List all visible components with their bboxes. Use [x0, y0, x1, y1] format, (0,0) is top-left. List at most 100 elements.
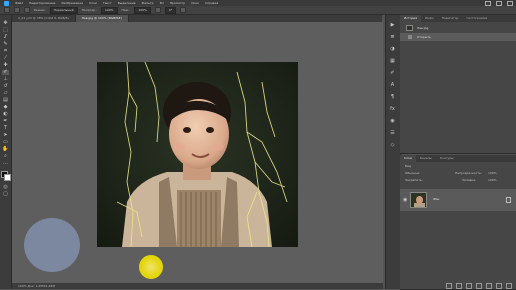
- angle-field[interactable]: 0°: [164, 6, 177, 14]
- new-layer-icon[interactable]: [496, 283, 502, 289]
- history-snapshot[interactable]: Лев.jpg: [400, 24, 516, 32]
- properties-icon[interactable]: ≣: [389, 35, 396, 40]
- document-size: Док: 1,45M/1,45M: [27, 284, 56, 288]
- pressure-icon[interactable]: [180, 7, 187, 13]
- eyedropper-tool-icon[interactable]: ⁄: [2, 56, 9, 61]
- adjustment-layer-icon[interactable]: [476, 283, 482, 289]
- tab-document-2[interactable]: Лев.jpg @ 100% (RGB/8#): [75, 15, 129, 22]
- zoom-level[interactable]: 100%: [18, 284, 27, 288]
- background-color-swatch[interactable]: [4, 174, 11, 181]
- history-step-open[interactable]: Открыть: [400, 33, 516, 41]
- flow-field[interactable]: 100%: [134, 6, 151, 14]
- opacity-field[interactable]: 100%: [100, 6, 118, 14]
- brush-preset-icon[interactable]: [14, 7, 20, 13]
- open-step-icon: [408, 35, 412, 39]
- tab-document-1[interactable]: 2_21 улл @ 33% (Слой 0, RGB/8): [12, 15, 76, 22]
- layers-lock-row: Закрепить: Заливка: 100%: [400, 178, 516, 183]
- document-photo[interactable]: [97, 62, 298, 247]
- layer-kind-filter[interactable]: Вид: [405, 164, 411, 169]
- status-bar: 100% Док: 1,45M/1,45M: [12, 283, 383, 289]
- layer-lock-icon: [506, 197, 511, 203]
- tab-layers[interactable]: Слои: [400, 155, 416, 162]
- hand-tool-icon[interactable]: ✋: [2, 147, 9, 152]
- new-group-icon[interactable]: [486, 283, 492, 289]
- fill-field[interactable]: 100%: [488, 178, 497, 183]
- eraser-tool-icon[interactable]: ▱: [2, 91, 9, 96]
- tool-preset-icon[interactable]: [4, 7, 10, 13]
- menu-file[interactable]: Файл: [15, 1, 23, 5]
- history-brush-tool-icon[interactable]: ↺: [2, 84, 9, 89]
- menu-image[interactable]: Изображение: [61, 1, 83, 5]
- adjustments-icon[interactable]: ◑: [389, 47, 396, 52]
- dodge-tool-icon[interactable]: ◐: [2, 112, 9, 117]
- brush-settings-icon[interactable]: [24, 7, 30, 13]
- styles-icon[interactable]: fx: [389, 107, 396, 112]
- color-icon[interactable]: ◉: [389, 119, 396, 124]
- menu-edit[interactable]: Редактирование: [29, 1, 55, 5]
- brush-tool-icon[interactable]: ✐: [2, 70, 9, 75]
- layer-row-background[interactable]: ◉ Фон: [400, 189, 516, 211]
- shape-tool-icon[interactable]: ▭: [2, 140, 9, 145]
- layer-opacity-field[interactable]: 100%: [488, 171, 497, 176]
- child-cheek-left: [173, 143, 185, 151]
- options-bar: Режим: Нормальный Непрозр.: 100% Наж.: 1…: [0, 6, 516, 15]
- marquee-tool-icon[interactable]: ⬚: [2, 28, 9, 33]
- collapsed-panels-strip: ▶ ≣ ◑ ▦ ✐ A ¶ fx ◉ ☰ ◇: [385, 15, 401, 289]
- brush-panel-icon[interactable]: ✐: [389, 71, 396, 76]
- crop-tool-icon[interactable]: ⌗: [2, 49, 9, 54]
- character-icon[interactable]: A: [389, 83, 396, 88]
- history-panel-tabs: История Инфо Навигатор Гистограмма: [400, 15, 516, 22]
- move-tool-icon[interactable]: ✥: [2, 21, 9, 26]
- fill-label: Заливка:: [462, 178, 477, 182]
- more-tools-icon[interactable]: …: [2, 161, 9, 166]
- tab-history[interactable]: История: [400, 15, 422, 22]
- menu-3d[interactable]: 3D: [160, 1, 164, 5]
- healing-brush-tool-icon[interactable]: ✚: [2, 63, 9, 68]
- paths-icon[interactable]: ◇: [389, 143, 396, 148]
- tab-channels[interactable]: Каналы: [416, 155, 436, 162]
- pen-tool-icon[interactable]: ✒: [2, 119, 9, 124]
- opacity-label: Непрозр.:: [81, 8, 97, 12]
- layer-style-icon[interactable]: [456, 283, 462, 289]
- link-layers-icon[interactable]: [446, 283, 452, 289]
- menu-view[interactable]: Просмотр: [170, 1, 185, 5]
- menu-layers[interactable]: Слои: [89, 1, 97, 5]
- tab-paths[interactable]: Контуры: [436, 155, 458, 162]
- tab-histogram[interactable]: Гистограмма: [462, 15, 491, 22]
- menu-window[interactable]: Окно: [191, 1, 199, 5]
- child-cheek-right: [212, 143, 224, 151]
- zoom-tool-icon[interactable]: ⌕: [2, 154, 9, 159]
- gradient-tool-icon[interactable]: ▤: [2, 98, 9, 103]
- history-step-label: Открыть: [417, 35, 431, 39]
- quick-mask-icon[interactable]: ◎: [2, 185, 9, 190]
- path-select-tool-icon[interactable]: ➤: [2, 133, 9, 138]
- add-mask-icon[interactable]: [466, 283, 472, 289]
- delete-layer-icon[interactable]: [506, 283, 512, 289]
- mode-select[interactable]: Нормальный: [49, 6, 78, 14]
- menu-filter[interactable]: Фильтр: [142, 1, 154, 5]
- tab-navigator[interactable]: Навигатор: [438, 15, 463, 22]
- lasso-tool-icon[interactable]: ᔑ: [2, 35, 9, 40]
- type-tool-icon[interactable]: T: [2, 126, 9, 131]
- overall-bib: [177, 190, 221, 247]
- menu-select[interactable]: Выделение: [118, 1, 136, 5]
- layers-panel-actions: [400, 282, 516, 289]
- visibility-eye-icon[interactable]: ◉: [403, 197, 407, 203]
- menu-text[interactable]: Текст: [103, 1, 112, 5]
- menu-help[interactable]: Справка: [205, 1, 218, 5]
- tab-info[interactable]: Инфо: [421, 15, 438, 22]
- paragraph-icon[interactable]: ¶: [389, 95, 396, 100]
- libraries-icon[interactable]: ☰: [389, 131, 396, 136]
- blend-mode-select[interactable]: Обычные: [405, 171, 420, 176]
- document-tabs: 2_21 улл @ 33% (Слой 0, RGB/8) Лев.jpg @…: [12, 15, 382, 22]
- airbrush-icon[interactable]: [154, 7, 161, 13]
- clone-stamp-tool-icon[interactable]: ⊥: [2, 77, 9, 82]
- quick-select-tool-icon[interactable]: ✎: [2, 42, 9, 47]
- play-action-icon[interactable]: ▶: [389, 23, 396, 28]
- screen-mode-icon[interactable]: ▢: [2, 192, 9, 197]
- layer-opacity-label: Непрозрачность:: [455, 171, 482, 175]
- cursor-highlight: [139, 255, 163, 279]
- swatches-icon[interactable]: ▦: [389, 59, 396, 64]
- blur-tool-icon[interactable]: ◆: [2, 105, 9, 110]
- child-eye-left: [183, 127, 191, 133]
